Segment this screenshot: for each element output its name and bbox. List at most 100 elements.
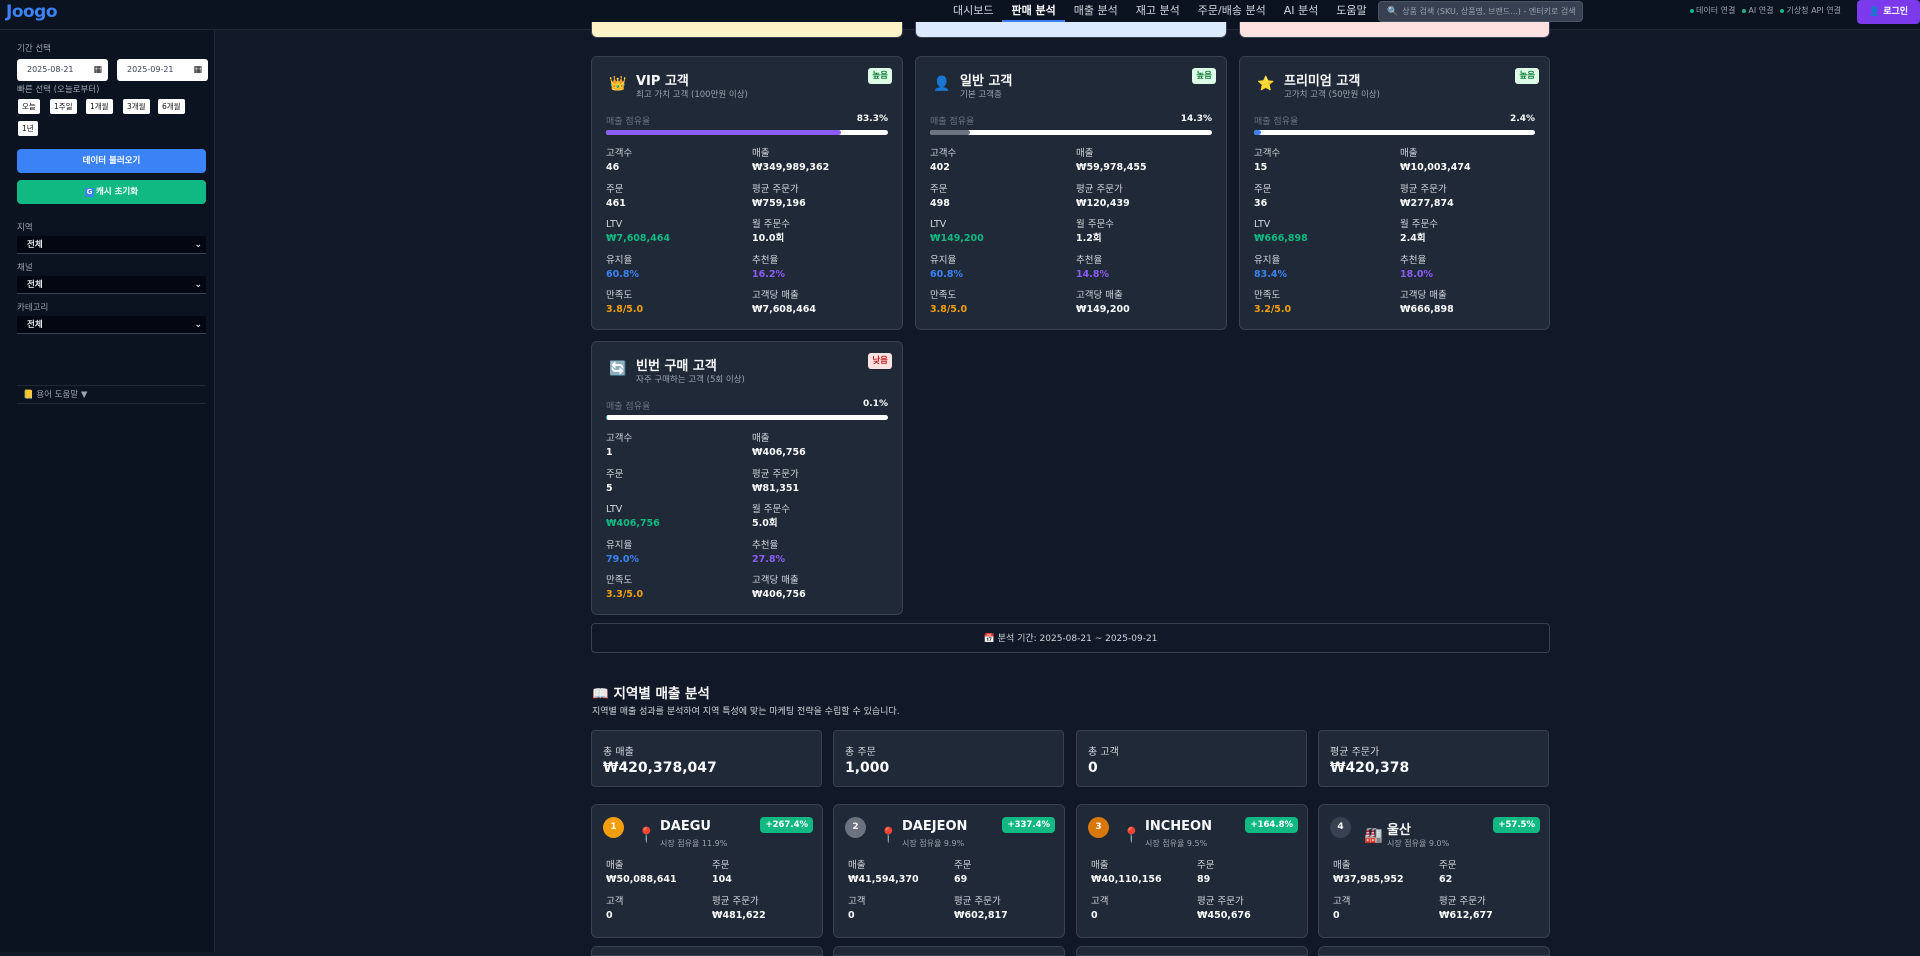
region-name: INCHEON [1145, 819, 1212, 834]
segment-metric: 주문 5 [606, 468, 624, 494]
stat-total-sales: 총 매출 ₩420,378,047 [591, 730, 822, 787]
segment-metric: 월 주문수 10.0회 [752, 219, 790, 244]
region-metric: 고객 0 [1091, 896, 1109, 921]
segment-metric: 평균 주문가 ₩120,439 [1076, 183, 1130, 209]
nav-sales-analysis[interactable]: 판매 분석 [1002, 0, 1065, 22]
sidebar: 기간 선택 2025-08-21 ▦ 2025-09-21 ▦ 빠른 선택 (오늘로… [0, 30, 215, 952]
priority-badge: 높음 [1192, 68, 1216, 84]
status-dot-icon [1690, 8, 1694, 13]
nav-ai-analysis[interactable]: AI 분석 [1275, 0, 1328, 22]
quick-6month-button[interactable]: 6개월 [158, 99, 185, 114]
segment-metric: 매출 ₩10,003,474 [1400, 148, 1471, 173]
nav-inventory-analysis[interactable]: 재고 분석 [1127, 0, 1189, 22]
region-metric: 고객 0 [848, 896, 866, 921]
nav-order-shipping-analysis[interactable]: 주문/배송 분석 [1189, 0, 1275, 22]
pin-icon: 📍 [1122, 826, 1141, 844]
login-button[interactable]: 👤 로그인 [1857, 0, 1920, 24]
quick-3month-button[interactable]: 3개월 [123, 99, 150, 114]
segment-metric: 평균 주문가 ₩81,351 [752, 468, 800, 494]
share-value: 2.4% [1510, 114, 1535, 124]
nav-dashboard[interactable]: 대시보드 [944, 0, 1002, 22]
glossary-toggle[interactable]: 📒 용어 도움말 ▼ [17, 385, 206, 404]
region-metric: 주문 62 [1439, 860, 1457, 885]
segment-metric: 주문 36 [1254, 183, 1272, 209]
search-input[interactable]: 🔍 상품 검색 (SKU, 상품명, 브랜드...) - 엔터키로 검색 [1378, 1, 1583, 22]
nav-revenue-analysis[interactable]: 매출 분석 [1065, 0, 1127, 22]
segment-metric: 매출 ₩349,989,362 [752, 148, 830, 173]
region-metric: 평균 주문가 ₩612,677 [1439, 896, 1493, 921]
connection-status: 데이터 연결 AI 연결 기상청 API 연결 [1690, 0, 1841, 22]
share-value: 0.1% [863, 399, 888, 409]
quick-1year-button[interactable]: 1년 [18, 121, 38, 136]
search-icon: 🔍 [1387, 7, 1399, 17]
segment-metric: 유지율 79.0% [606, 539, 639, 565]
region-label: 지역 [17, 223, 33, 233]
channel-select[interactable]: 전체 ⌄ [17, 276, 206, 294]
segment-metric: 주문 461 [606, 183, 626, 209]
share-label: 매출 점유율 [606, 402, 651, 412]
load-data-button[interactable]: 데이터 불러오기 [17, 149, 206, 173]
segment-metric: 월 주문수 1.2회 [1076, 219, 1114, 244]
end-date-input[interactable]: 2025-09-21 ▦ [117, 59, 208, 81]
segment-metric: 추천율 14.8% [1076, 254, 1109, 280]
segment-subtitle: 기본 고객층 [960, 90, 1002, 100]
segment-card: 👑 VIP 고객 최고 가치 고객 (100만원 이상) 높음 매출 점유율 8… [591, 56, 903, 330]
region-select[interactable]: 전체 ⌄ [17, 236, 206, 254]
segment-metric: 유지율 60.8% [930, 254, 963, 280]
quick-today-button[interactable]: 오늘 [18, 99, 40, 114]
region-card: 2 📍 DAEJEON 시장 점유율 9.9% +337.4% 매출 ₩41,5… [833, 804, 1065, 938]
quick-1month-button[interactable]: 1개월 [86, 99, 113, 114]
segment-metric: 고객수 1 [606, 433, 633, 458]
app-logo[interactable]: Joogo [6, 2, 58, 22]
pin-icon: 📍 [637, 826, 656, 844]
nav-help[interactable]: 도움말 [1327, 0, 1375, 22]
segment-metric: 추천율 18.0% [1400, 254, 1433, 280]
status-weather-api: 기상청 API 연결 [1780, 0, 1841, 22]
priority-badge: 높음 [1515, 68, 1539, 84]
analysis-period: 📅 분석 기간: 2025-08-21 ~ 2025-09-21 [591, 623, 1550, 653]
partial-card [591, 946, 823, 956]
category-select[interactable]: 전체 ⌄ [17, 316, 206, 334]
segment-title: 프리미엄 고객 [1284, 74, 1361, 89]
status-data: 데이터 연결 [1690, 0, 1735, 22]
partial-card [915, 22, 1227, 38]
region-card: 1 📍 DAEGU 시장 점유율 11.9% +267.4% 매출 ₩50,08… [591, 804, 823, 938]
segment-metric: LTV ₩406,756 [606, 504, 660, 529]
region-metric: 매출 ₩41,594,370 [848, 860, 919, 885]
segment-metric: 추천율 27.8% [752, 539, 785, 565]
status-ai: AI 연결 [1742, 0, 1773, 22]
segment-subtitle: 최고 가치 고객 (100만원 이상) [636, 90, 748, 100]
segment-metric: 매출 ₩406,756 [752, 433, 806, 458]
region-section-description: 지역별 매출 성과를 분석하여 지역 특성에 맞는 마케팅 전략을 수립할 수 … [592, 707, 900, 717]
reset-icon: G [84, 188, 94, 197]
growth-badge: +337.4% [1002, 817, 1055, 833]
share-progress-bar [606, 415, 888, 420]
share-value: 83.3% [856, 114, 888, 124]
share-progress-fill [606, 130, 841, 135]
region-metric: 주문 69 [954, 860, 972, 885]
rank-badge: 2 [845, 817, 866, 838]
segment-metric: 만족도 3.8/5.0 [606, 290, 644, 315]
channel-label: 채널 [17, 263, 33, 273]
region-market-share: 시장 점유율 9.5% [1145, 839, 1208, 848]
segment-subtitle: 자주 구매하는 고객 (5회 이상) [636, 375, 745, 385]
segment-metric: 만족도 3.2/5.0 [1254, 290, 1292, 315]
segment-metric: 만족도 3.3/5.0 [606, 575, 644, 600]
segment-metric: 만족도 3.8/5.0 [930, 290, 968, 315]
priority-badge: 낮음 [868, 353, 892, 369]
region-metric: 매출 ₩50,088,641 [606, 860, 677, 885]
pin-icon: 📍 [879, 826, 898, 844]
clear-cache-button[interactable]: G 캐시 초기화 [17, 180, 206, 204]
region-name: 울산 [1387, 823, 1411, 838]
start-date-input[interactable]: 2025-08-21 ▦ [17, 59, 108, 81]
share-label: 매출 점유율 [930, 117, 975, 127]
chevron-down-icon: ⌄ [194, 280, 202, 290]
quick-1week-button[interactable]: 1주일 [50, 99, 77, 114]
partial-card [1239, 22, 1550, 38]
segment-metric: 주문 498 [930, 183, 950, 209]
caret-down-icon: ▼ [80, 390, 88, 400]
share-progress-bar [1254, 130, 1535, 135]
segment-metric: 매출 ₩59,978,455 [1076, 148, 1147, 173]
category-label: 카테고리 [17, 303, 49, 313]
region-metric: 평균 주문가 ₩481,622 [712, 896, 766, 921]
